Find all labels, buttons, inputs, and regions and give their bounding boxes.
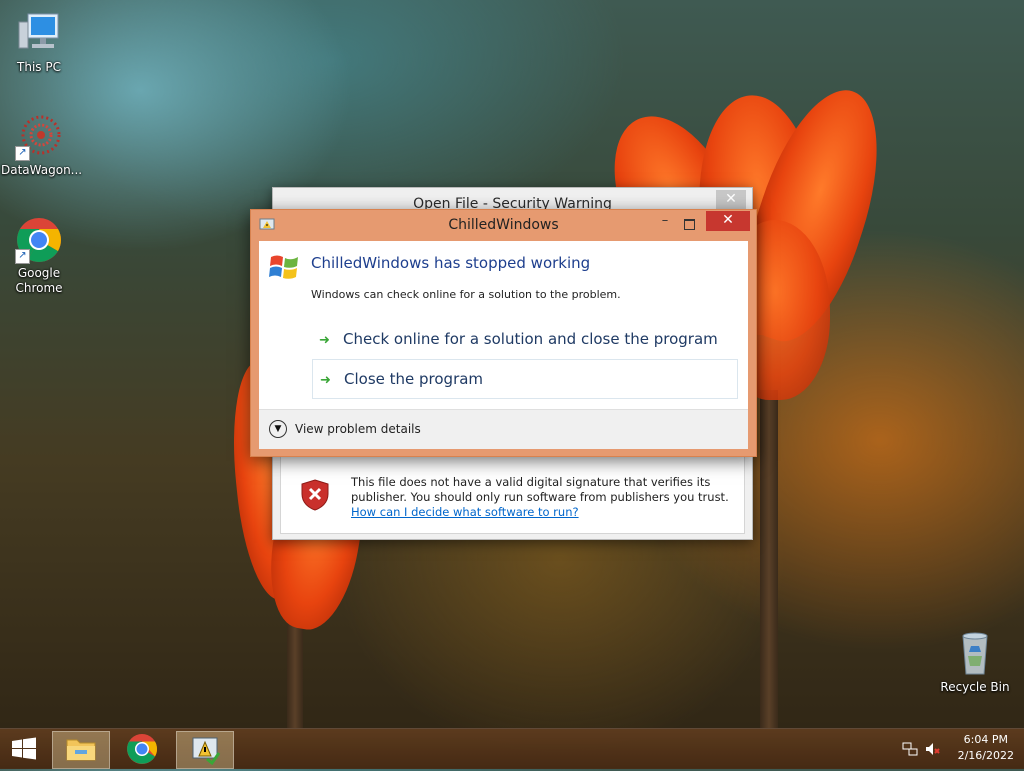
option-label: Close the program — [344, 370, 484, 388]
taskbar-chilledwindows[interactable] — [176, 731, 234, 769]
green-arrow-icon: ➜ — [319, 333, 330, 348]
maximize-icon — [683, 219, 695, 230]
windows-start-icon — [12, 737, 36, 760]
clock-date: 2/16/2022 — [957, 749, 1014, 762]
shortcut-arrow-icon: ↗ — [15, 249, 30, 264]
green-arrow-icon: ➜ — [320, 373, 331, 388]
taskbar-chrome[interactable] — [114, 731, 170, 767]
desktop-icon-label: Google Chrome — [15, 266, 63, 295]
recycle-bin-icon — [951, 630, 999, 678]
datawagon-icon: ↗ — [15, 113, 63, 161]
close-program-option[interactable]: ➜ Close the program — [312, 359, 738, 399]
minimize-button[interactable]: – — [654, 214, 676, 232]
taskbar: 6:04 PM 2/16/2022 — [0, 728, 1024, 769]
close-button[interactable]: ✕ — [716, 190, 746, 210]
close-button[interactable]: ✕ — [706, 211, 750, 231]
chrome-icon: ↗ — [15, 216, 63, 264]
option-label: Check online for a solution and close th… — [343, 330, 718, 348]
dialog-footer: ▼ View problem details — [259, 409, 748, 449]
check-online-option[interactable]: ➜ Check online for a solution and close t… — [312, 320, 736, 358]
desktop-icon-datawagon[interactable]: ↗ DataWagon... — [1, 113, 83, 178]
shield-error-icon — [301, 479, 329, 511]
warning-panel: This file does not have a valid digital … — [280, 456, 745, 534]
shortcut-arrow-icon: ↗ — [15, 146, 30, 161]
warning-text: This file does not have a valid digital … — [351, 475, 731, 520]
chilledwindows-app-icon — [192, 737, 221, 766]
error-subtext: Windows can check online for a solution … — [311, 288, 621, 301]
app-icon — [259, 216, 275, 232]
desktop-icon-google-chrome[interactable]: ↗ Google Chrome — [1, 216, 77, 296]
computer-icon — [15, 10, 63, 58]
windows-logo-icon — [269, 253, 301, 281]
clock-time: 6:04 PM — [963, 733, 1008, 746]
desktop-icon-recycle-bin[interactable]: Recycle Bin — [937, 630, 1013, 695]
network-icon[interactable] — [902, 741, 918, 757]
error-dialog: ChilledWindows – ✕ ChilledWindows has st… — [250, 209, 757, 457]
desktop-icon-this-pc[interactable]: This PC — [1, 10, 77, 75]
chrome-icon — [127, 734, 158, 764]
start-button[interactable] — [0, 731, 48, 767]
taskbar-file-explorer[interactable] — [52, 731, 110, 769]
desktop-icon-label: This PC — [17, 60, 61, 74]
clock[interactable]: 6:04 PM 2/16/2022 — [958, 732, 1014, 764]
maximize-button[interactable] — [678, 214, 700, 232]
view-details-button[interactable]: View problem details — [295, 422, 421, 436]
desktop-icon-label: Recycle Bin — [940, 680, 1010, 694]
dialog-content: ChilledWindows has stopped working Windo… — [259, 241, 748, 449]
desktop-icon-label: DataWagon... — [1, 163, 83, 177]
volume-muted-icon[interactable] — [924, 741, 940, 757]
folder-icon — [66, 739, 96, 761]
chevron-down-icon[interactable]: ▼ — [269, 420, 287, 438]
help-link[interactable]: How can I decide what software to run? — [351, 505, 579, 519]
warning-message: This file does not have a valid digital … — [351, 475, 729, 504]
error-heading: ChilledWindows has stopped working — [311, 254, 591, 272]
